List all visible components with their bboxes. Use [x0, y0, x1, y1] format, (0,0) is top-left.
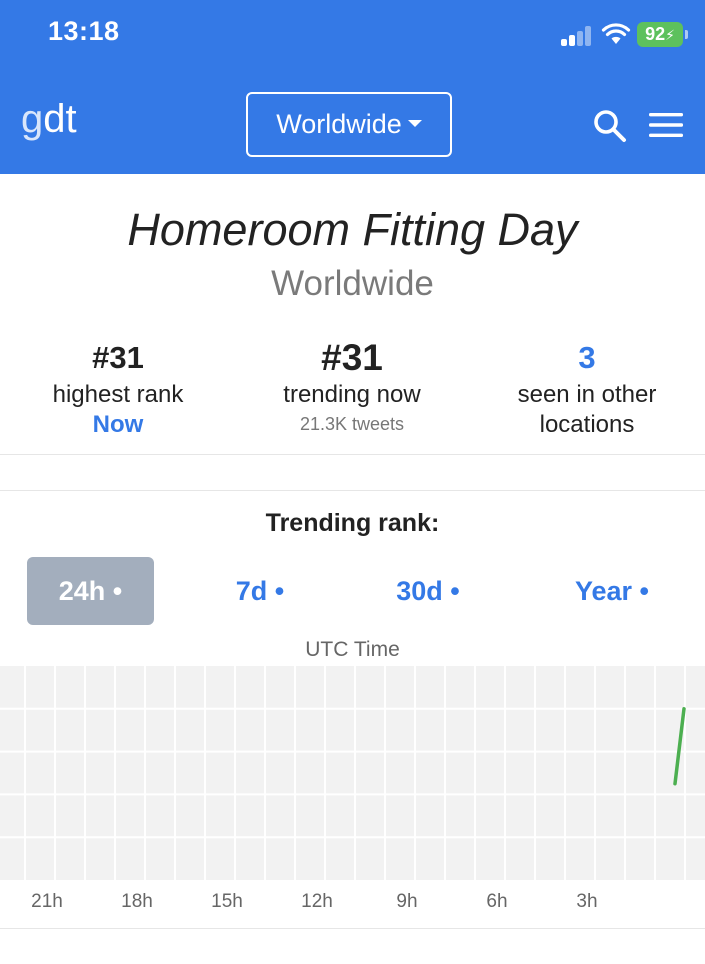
hamburger-menu-icon[interactable]	[648, 110, 684, 140]
other-locations-label-line1: seen in other	[517, 381, 657, 408]
highest-rank-value: #31	[92, 340, 144, 375]
divider	[0, 454, 705, 455]
logo-letter-g: g	[21, 97, 44, 141]
trend-title: Homeroom Fitting Day	[127, 204, 578, 255]
other-locations-label-line2: locations	[539, 411, 635, 438]
logo-letters-dt: dt	[43, 97, 77, 141]
trending-rank-heading: Trending rank:	[265, 509, 440, 537]
x-tick-label: 12h	[301, 891, 333, 912]
x-tick-label: 18h	[121, 891, 153, 912]
highest-rank-label: highest rank	[52, 381, 184, 408]
tab-30d[interactable]: 30d •	[366, 557, 490, 625]
highest-rank-time-link[interactable]: Now	[18, 410, 218, 440]
cellular-signal-icon	[561, 26, 593, 46]
stat-other-locations[interactable]: 3 seen in other locations	[487, 336, 687, 440]
x-tick-label: 15h	[211, 891, 243, 912]
battery-indicator: 92⚡	[637, 22, 688, 47]
tweet-count: 21.3K tweets	[299, 414, 405, 434]
tab-year[interactable]: Year •	[548, 557, 676, 625]
tab-24h[interactable]: 24h •	[27, 557, 154, 625]
charging-bolt-icon: ⚡	[665, 27, 675, 43]
trend-location: Worldwide	[271, 264, 434, 303]
stat-highest-rank: #31 highest rank Now	[18, 336, 218, 440]
divider	[0, 490, 705, 491]
other-locations-count[interactable]: 3	[487, 336, 687, 380]
top-bar: 13:18 92⚡ gdt Worldwide	[0, 0, 705, 174]
x-tick-label: 3h	[576, 891, 597, 912]
trending-now-value: #31	[321, 337, 383, 378]
stat-trending-now: #31 trending now 21.3K tweets	[252, 336, 452, 438]
tab-7d[interactable]: 7d •	[200, 557, 320, 625]
search-icon[interactable]	[592, 108, 628, 144]
x-tick-label: 9h	[396, 891, 417, 912]
status-time: 13:18	[48, 16, 120, 46]
location-dropdown-label: Worldwide	[276, 109, 402, 139]
wifi-icon	[601, 23, 631, 44]
divider	[0, 928, 705, 929]
x-tick-label: 21h	[31, 891, 63, 912]
plot-background	[0, 666, 705, 880]
trending-now-label: trending now	[283, 381, 421, 408]
trending-rank-chart: 21h 18h 15h 12h 9h 6h 3h	[0, 666, 705, 912]
gdt-logo[interactable]: gdt	[21, 96, 77, 142]
caret-down-icon	[407, 120, 422, 128]
battery-level: 92	[645, 24, 666, 44]
x-tick-label: 6h	[486, 891, 507, 912]
location-dropdown[interactable]: Worldwide	[246, 92, 452, 157]
x-axis-title: UTC Time	[305, 638, 400, 661]
